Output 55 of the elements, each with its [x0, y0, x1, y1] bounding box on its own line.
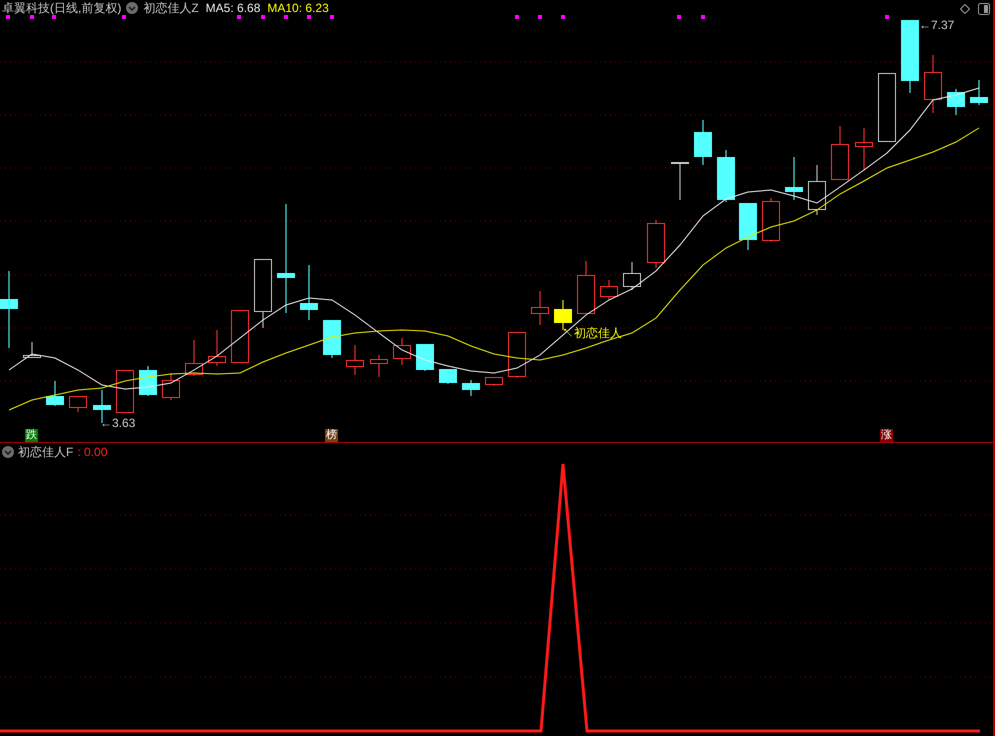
low-price-label: ←3.63: [100, 416, 136, 431]
candle: [577, 260, 595, 314]
candle: [855, 128, 873, 170]
candle: [531, 290, 549, 326]
candle: [947, 88, 965, 116]
candle: [970, 80, 988, 106]
panel-toggle-icon[interactable]: [978, 3, 990, 15]
candle: [739, 203, 757, 250]
signal-marker: 涨: [880, 429, 893, 442]
candle: [554, 300, 572, 330]
candle: [878, 73, 896, 142]
candle: [370, 354, 388, 378]
candle: [762, 198, 780, 242]
candle: [116, 370, 134, 413]
candle: [439, 369, 457, 384]
candle: [185, 340, 203, 376]
ma-readout: MA5: 6.68: [206, 0, 260, 16]
candle: [69, 396, 87, 412]
candle: [694, 120, 712, 166]
candle: [346, 344, 364, 376]
chevron-down-icon[interactable]: [2, 446, 14, 458]
candle: [600, 280, 618, 300]
candle: [416, 344, 434, 372]
candle: [393, 338, 411, 366]
candle: [231, 310, 249, 363]
candle: [208, 330, 226, 366]
indicator-name: 初恋佳人F: [18, 444, 74, 460]
indicator-name: 初恋佳人Z: [143, 0, 199, 16]
candle: [162, 372, 180, 400]
candle: [323, 320, 341, 358]
stock-title: 卓翼科技(日线,前复权): [2, 0, 122, 16]
candle: [717, 150, 735, 202]
candle: [808, 164, 826, 216]
candle: [139, 366, 157, 396]
diamond-icon[interactable]: [960, 4, 970, 14]
candle: [254, 259, 272, 328]
ma-readout: MA10: 6.23: [267, 0, 329, 16]
candle: [623, 262, 641, 290]
signal-label: ↖初恋佳人: [562, 326, 622, 341]
candle: [485, 377, 503, 386]
candle: [671, 162, 689, 200]
candle: [647, 220, 665, 268]
candle: [831, 126, 849, 180]
candle: [785, 156, 803, 200]
candle: [924, 54, 942, 114]
signal-marker: 跌: [25, 429, 38, 442]
indicator-reading: : 0.00: [77, 444, 108, 460]
chevron-down-icon[interactable]: [126, 2, 138, 14]
candle: [508, 332, 526, 378]
candle: [46, 380, 64, 406]
high-price-label: ←7.37: [919, 18, 954, 33]
signal-marker: 榜: [325, 429, 338, 442]
candle: [300, 264, 318, 320]
candle: [23, 342, 41, 358]
candle: [462, 380, 480, 396]
